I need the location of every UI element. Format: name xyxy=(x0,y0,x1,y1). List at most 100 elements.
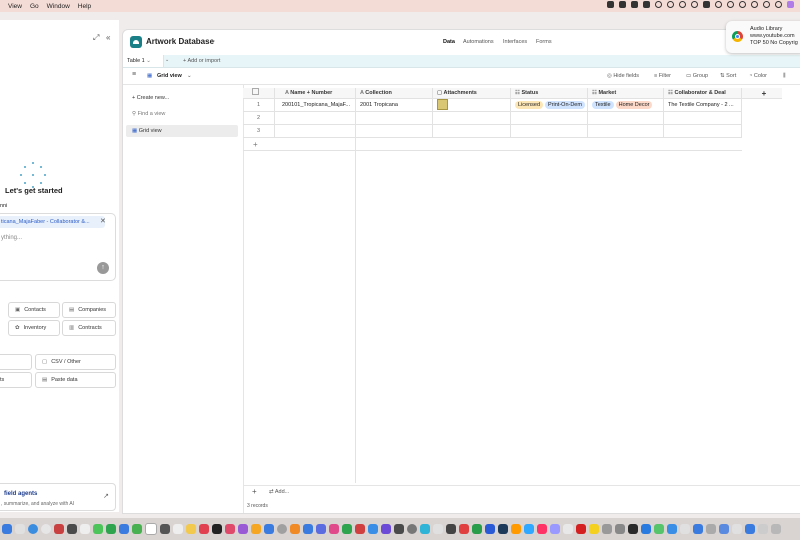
table-cell[interactable] xyxy=(433,99,511,112)
find-view-input[interactable]: ⚲ Find a view xyxy=(132,111,165,117)
table-cell[interactable] xyxy=(356,125,433,138)
finder-icon[interactable] xyxy=(2,524,12,534)
app-icon[interactable] xyxy=(329,524,339,534)
wifi-icon[interactable] xyxy=(751,1,758,8)
trash-icon[interactable] xyxy=(771,524,781,534)
table-cell[interactable]: Textile Home Decor xyxy=(588,99,664,112)
column-header[interactable]: A Collection xyxy=(356,88,433,99)
add-or-import-button[interactable]: + Add or import xyxy=(183,58,220,64)
menu-help[interactable]: Help xyxy=(78,3,91,10)
app-icon[interactable] xyxy=(160,524,170,534)
app-icon[interactable] xyxy=(563,524,573,534)
app-icon[interactable] xyxy=(602,524,612,534)
table-cell[interactable] xyxy=(511,125,588,138)
tray-icon[interactable] xyxy=(619,1,626,8)
battery-icon[interactable] xyxy=(703,1,710,8)
app-icon[interactable] xyxy=(459,524,469,534)
base-name[interactable]: Artwork Database xyxy=(146,37,214,46)
app-icon[interactable] xyxy=(173,524,183,534)
contacts-button[interactable]: ▣ Contacts xyxy=(8,302,60,318)
launchpad-icon[interactable] xyxy=(15,524,25,534)
column-header[interactable]: A Name + Number xyxy=(275,88,356,99)
view-name[interactable]: Grid view xyxy=(157,73,182,79)
select-all-checkbox[interactable] xyxy=(243,88,275,99)
table-cell[interactable] xyxy=(275,112,356,125)
context-chip[interactable]: ticana_MajaFaber - Collaborator &... xyxy=(0,216,105,228)
field-agents-card[interactable]: field agents , summarize, and analyze wi… xyxy=(0,483,116,511)
tab-automations[interactable]: Automations xyxy=(463,39,494,45)
menu-window[interactable]: Window xyxy=(47,3,70,10)
hide-fields-button[interactable]: ◎ Hide fields xyxy=(607,73,639,79)
create-view-button[interactable]: + Create new... xyxy=(132,95,169,101)
app-icon[interactable] xyxy=(303,524,313,534)
tray-icon[interactable] xyxy=(631,1,638,8)
appstore-icon[interactable] xyxy=(368,524,378,534)
companies-button[interactable]: ▤ Companies xyxy=(62,302,116,318)
column-header[interactable]: ☷ Status xyxy=(511,88,588,99)
tray-icon[interactable] xyxy=(607,1,614,8)
add-field-button[interactable]: + xyxy=(742,88,782,99)
app-icon[interactable] xyxy=(615,524,625,534)
chevron-down-icon[interactable]: ⌄ xyxy=(211,37,216,44)
tray-icon[interactable] xyxy=(643,1,650,8)
tray-icon[interactable] xyxy=(691,1,698,8)
table-cell[interactable]: 2001 Tropicana xyxy=(356,99,433,112)
table-cell[interactable] xyxy=(511,112,588,125)
control-center-icon[interactable] xyxy=(775,1,782,8)
control-icon[interactable] xyxy=(727,1,734,8)
table-cell[interactable] xyxy=(664,125,742,138)
siri-icon[interactable] xyxy=(787,1,794,8)
menu-go[interactable]: Go xyxy=(30,3,39,10)
play-icon[interactable] xyxy=(739,1,746,8)
app-icon[interactable] xyxy=(758,524,768,534)
tab-data[interactable]: Data xyxy=(443,39,455,45)
add-row-button[interactable]: + xyxy=(243,138,742,151)
hamburger-icon[interactable]: ≡ xyxy=(132,71,136,78)
table-cell[interactable] xyxy=(433,125,511,138)
app-icon[interactable] xyxy=(693,524,703,534)
app-icon[interactable] xyxy=(732,524,742,534)
table-cell[interactable]: The Textile Company - 2 ... xyxy=(664,99,742,112)
app-icon[interactable] xyxy=(589,524,599,534)
csv-other-button[interactable]: ▢ CSV / Other xyxy=(35,354,116,370)
table-cell[interactable]: 200101_Tropicana_MajaF... xyxy=(275,99,356,112)
chevron-down-icon[interactable]: ⌄ xyxy=(187,73,192,79)
expand-icon[interactable]: ⤢ xyxy=(93,33,99,43)
color-button[interactable]: ◔ Color xyxy=(749,73,767,79)
sidebar-item-grid-view[interactable]: ▦ Grid view xyxy=(132,128,162,134)
app-icon[interactable] xyxy=(80,524,90,534)
app-icon[interactable] xyxy=(54,524,64,534)
app-icon[interactable] xyxy=(446,524,456,534)
import-button[interactable]: ts xyxy=(0,372,32,388)
calendar-icon[interactable] xyxy=(145,523,157,535)
illustrator-icon[interactable] xyxy=(511,524,521,534)
podcasts-icon[interactable] xyxy=(238,524,248,534)
column-header[interactable]: ☷ Market xyxy=(588,88,664,99)
group-button[interactable]: ▭ Group xyxy=(686,73,708,79)
table-cell[interactable] xyxy=(275,125,356,138)
row-height-icon[interactable]: ⫼ xyxy=(783,73,786,80)
app-icon[interactable] xyxy=(290,524,300,534)
photoshop-icon[interactable] xyxy=(524,524,534,534)
app-icon[interactable] xyxy=(199,524,209,534)
app-icon[interactable] xyxy=(472,524,482,534)
attachment-thumbnail[interactable] xyxy=(437,99,448,111)
table-cell[interactable] xyxy=(356,112,433,125)
app-icon[interactable] xyxy=(706,524,716,534)
filter-button[interactable]: ≡ Filter xyxy=(654,73,671,79)
collapse-icon[interactable]: « xyxy=(106,33,110,42)
chat-input[interactable]: ything... xyxy=(1,235,22,241)
app-icon[interactable] xyxy=(407,524,417,534)
facetime-icon[interactable] xyxy=(106,524,116,534)
inventory-button[interactable]: ✿ Inventory xyxy=(8,320,60,336)
indesign-icon[interactable] xyxy=(537,524,547,534)
app-icon[interactable] xyxy=(251,524,261,534)
app-icon[interactable] xyxy=(132,524,142,534)
app-icon[interactable] xyxy=(667,524,677,534)
app-icon[interactable] xyxy=(67,524,77,534)
app-icon[interactable] xyxy=(654,524,664,534)
audition-icon[interactable] xyxy=(550,524,560,534)
tables-dropdown-icon[interactable]: ⌄ xyxy=(165,57,169,63)
close-icon[interactable]: ✕ xyxy=(100,217,106,225)
music-icon[interactable] xyxy=(225,524,235,534)
